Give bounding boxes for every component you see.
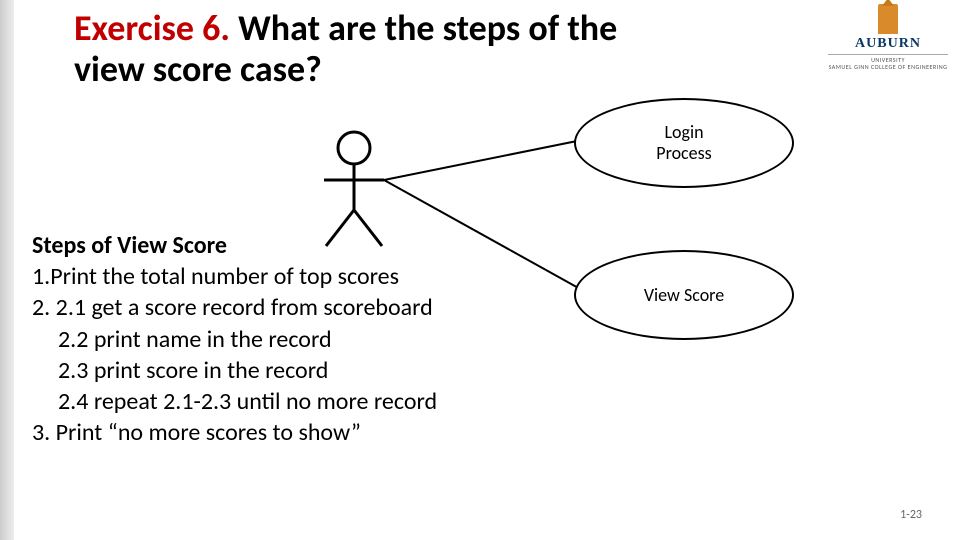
side-accent (0, 0, 14, 540)
auburn-logo: AUBURN UNIVERSITY SAMUEL GINN COLLEGE OF… (828, 4, 948, 70)
step-1: 1.Print the total number of top scores (32, 261, 552, 292)
steps-block: Steps of View Score 1.Print the total nu… (32, 230, 552, 448)
usecase-login-label: Login Process (656, 122, 711, 163)
logo-sub: UNIVERSITY SAMUEL GINN COLLEGE OF ENGINE… (828, 54, 948, 70)
slide-title: Exercise 6. What are the steps of the vi… (74, 8, 634, 91)
step-2: 2. 2.1 get a score record from scoreboar… (32, 292, 552, 323)
tower-icon (878, 4, 898, 34)
usecase-viewscore: View Score (574, 250, 794, 340)
logo-text: AUBURN (828, 36, 948, 52)
title-prefix: Exercise 6. (74, 6, 230, 50)
step-2-4: 2.4 repeat 2.1-2.3 until no more record (32, 386, 552, 417)
logo-sub2: SAMUEL GINN COLLEGE OF ENGINEERING (828, 64, 948, 71)
slide-number: 1-23 (900, 508, 922, 522)
usecase-login: Login Process (574, 98, 794, 188)
steps-heading: Steps of View Score (32, 230, 552, 261)
usecase-viewscore-label: View Score (644, 285, 724, 306)
step-2-2: 2.2 print name in the record (32, 324, 552, 355)
step-3: 3. Print “no more scores to show” (32, 417, 552, 448)
step-2-3: 2.3 print score in the record (32, 355, 552, 386)
slide: Exercise 6. What are the steps of the vi… (14, 0, 960, 540)
